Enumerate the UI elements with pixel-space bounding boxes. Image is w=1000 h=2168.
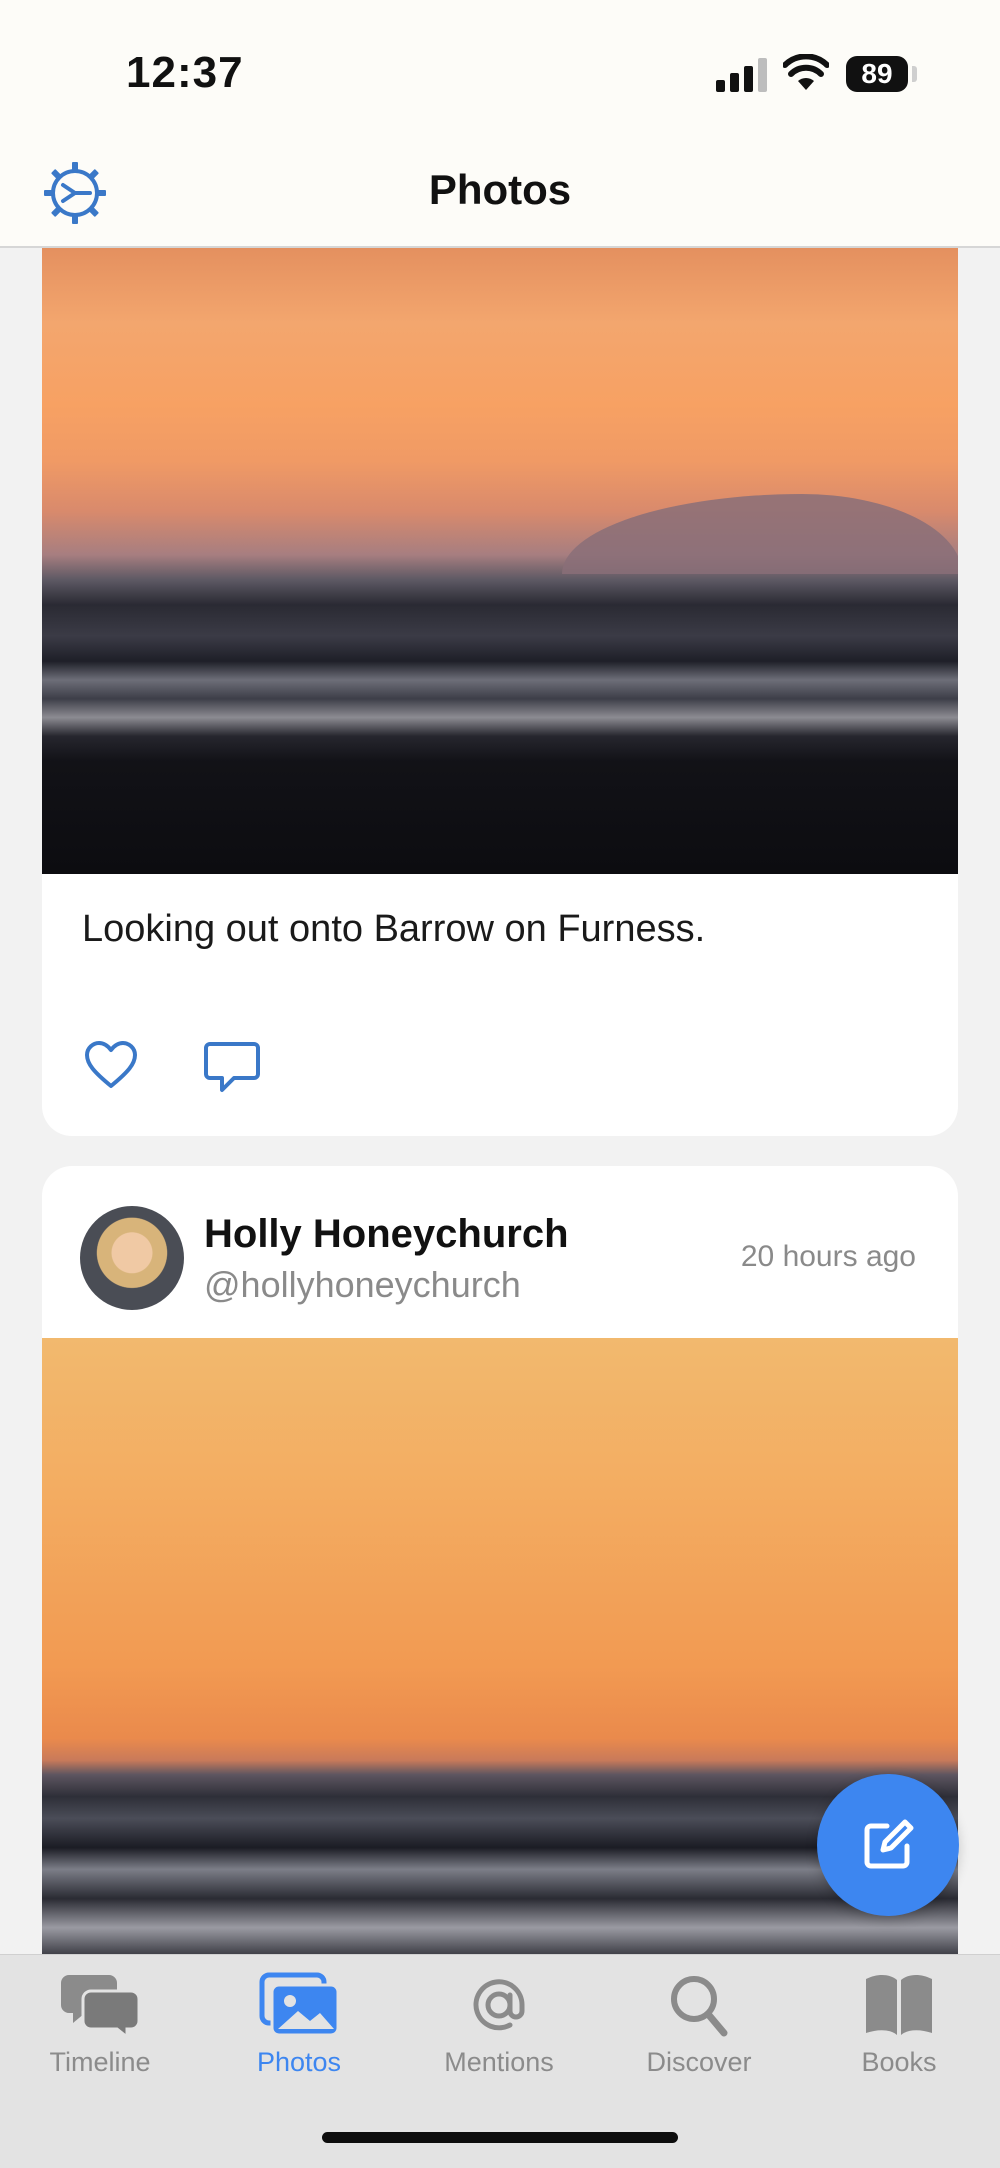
search-icon bbox=[671, 1976, 728, 2037]
post-card[interactable]: Looking out onto Barrow on Furness. bbox=[42, 248, 958, 1136]
tab-label: Mentions bbox=[444, 2047, 554, 2077]
post-caption: Looking out onto Barrow on Furness. bbox=[82, 908, 706, 950]
photo-mountain-silhouette bbox=[562, 494, 958, 574]
tab-photos[interactable]: Photos bbox=[199, 1971, 399, 2081]
tab-label: Discover bbox=[646, 2047, 752, 2077]
home-indicator[interactable] bbox=[322, 2132, 678, 2143]
compose-icon bbox=[864, 1819, 914, 1869]
timeline-icon bbox=[61, 1975, 141, 2039]
status-bar: 12:37 89 bbox=[0, 0, 1000, 130]
avatar[interactable] bbox=[80, 1206, 184, 1310]
post-timestamp: 20 hours ago bbox=[740, 1240, 916, 1273]
tab-discover[interactable]: Discover bbox=[599, 1971, 799, 2081]
photos-icon bbox=[259, 1972, 340, 2037]
tab-books[interactable]: Books bbox=[799, 1971, 999, 2081]
battery-indicator: 89 bbox=[846, 56, 908, 92]
heart-icon[interactable] bbox=[84, 1040, 138, 1090]
nav-bar: Photos bbox=[0, 130, 1000, 248]
author-name[interactable]: Holly Honeychurch bbox=[204, 1212, 569, 1257]
tab-label: Photos bbox=[256, 2047, 342, 2077]
compose-button[interactable] bbox=[817, 1774, 959, 1916]
tab-label: Timeline bbox=[49, 2047, 151, 2077]
tab-timeline[interactable]: Timeline bbox=[0, 1971, 200, 2081]
author-handle[interactable]: @hollyhoneychurch bbox=[204, 1264, 521, 1306]
wifi-icon bbox=[783, 54, 829, 90]
page-title: Photos bbox=[428, 166, 572, 213]
tab-label: Books bbox=[861, 2047, 937, 2077]
status-time: 12:37 bbox=[126, 48, 244, 97]
tab-mentions[interactable]: Mentions bbox=[399, 1971, 599, 2081]
photo-feed[interactable]: Looking out onto Barrow on Furness. Holl… bbox=[0, 248, 1000, 1954]
post-photo[interactable] bbox=[42, 248, 958, 874]
book-icon bbox=[866, 1974, 932, 2035]
battery-tip bbox=[912, 66, 917, 82]
comment-icon[interactable] bbox=[204, 1040, 260, 1094]
at-icon bbox=[473, 1979, 525, 2031]
cellular-signal-icon bbox=[716, 58, 767, 92]
